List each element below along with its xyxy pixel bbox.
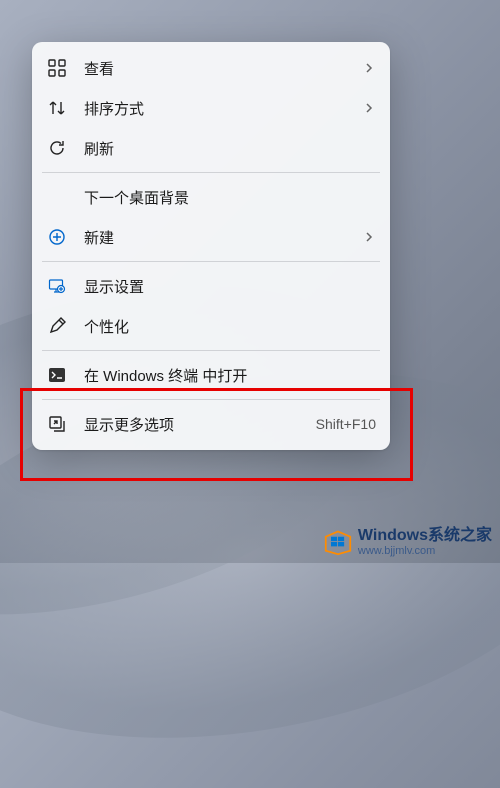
menu-item-more-options[interactable]: 显示更多选项 Shift+F10: [32, 404, 390, 444]
watermark-url: www.bjjmlv.com: [358, 545, 492, 557]
menu-item-terminal[interactable]: 在 Windows 终端 中打开: [32, 355, 390, 395]
shortcut-text: Shift+F10: [316, 416, 376, 432]
menu-divider: [42, 350, 380, 351]
menu-label: 查看: [84, 58, 362, 79]
menu-label: 显示更多选项: [84, 414, 316, 435]
terminal-icon: [46, 364, 68, 386]
menu-label: 在 Windows 终端 中打开: [84, 365, 376, 386]
menu-item-sort[interactable]: 排序方式: [32, 88, 390, 128]
menu-divider: [42, 399, 380, 400]
menu-divider: [42, 261, 380, 262]
chevron-right-icon: [362, 101, 376, 115]
watermark-title: Windows系统之家: [358, 527, 492, 545]
menu-item-new[interactable]: 新建: [32, 217, 390, 257]
menu-label: 刷新: [84, 138, 376, 159]
blank-icon: [46, 186, 68, 208]
menu-label: 排序方式: [84, 98, 362, 119]
menu-label: 个性化: [84, 316, 376, 337]
chevron-right-icon: [362, 230, 376, 244]
menu-item-personalize[interactable]: 个性化: [32, 306, 390, 346]
menu-label: 新建: [84, 227, 362, 248]
desktop-context-menu: 查看 排序方式 刷新 下一个桌面背景: [32, 42, 390, 450]
display-icon: [46, 275, 68, 297]
menu-item-view[interactable]: 查看: [32, 48, 390, 88]
chevron-right-icon: [362, 61, 376, 75]
sort-icon: [46, 97, 68, 119]
view-icon: [46, 57, 68, 79]
windows-logo-icon: [324, 528, 352, 556]
menu-item-next-background[interactable]: 下一个桌面背景: [32, 177, 390, 217]
new-icon: [46, 226, 68, 248]
menu-divider: [42, 172, 380, 173]
menu-item-refresh[interactable]: 刷新: [32, 128, 390, 168]
refresh-icon: [46, 137, 68, 159]
watermark: Windows系统之家 www.bjjmlv.com: [324, 527, 492, 557]
more-icon: [46, 413, 68, 435]
menu-label: 显示设置: [84, 276, 376, 297]
menu-item-display-settings[interactable]: 显示设置: [32, 266, 390, 306]
menu-label: 下一个桌面背景: [84, 187, 376, 208]
personalize-icon: [46, 315, 68, 337]
